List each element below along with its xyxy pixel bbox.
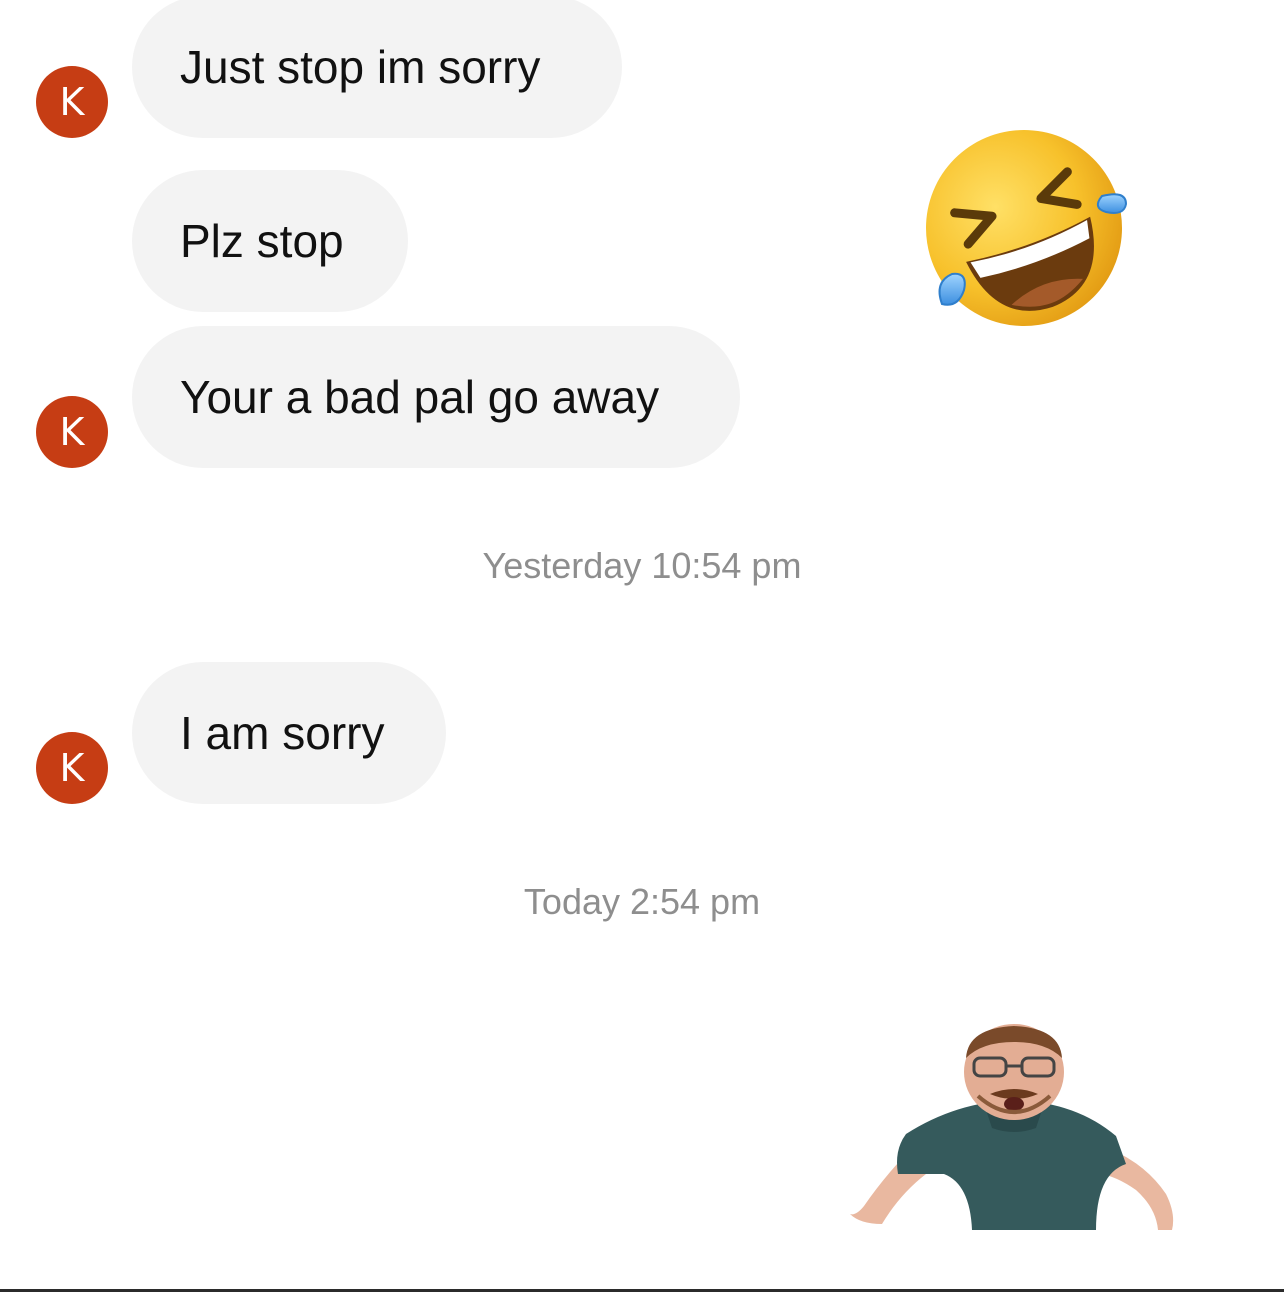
person-sticker[interactable] xyxy=(846,1024,1182,1234)
rolling-on-floor-laughing-icon[interactable] xyxy=(912,124,1132,338)
message-bubble[interactable]: Just stop im sorry xyxy=(132,0,622,138)
message-text: Your a bad pal go away xyxy=(180,371,660,423)
message-bubble[interactable]: Plz stop xyxy=(132,170,408,312)
message-text: I am sorry xyxy=(180,707,385,759)
sender-avatar[interactable]: K xyxy=(36,66,108,138)
timestamp: Today 2:54 pm xyxy=(523,881,761,922)
sender-avatar[interactable]: K xyxy=(36,732,108,804)
avatar-initial: K xyxy=(59,410,85,454)
avatar-initial: K xyxy=(59,80,85,124)
message-bubble[interactable]: Your a bad pal go away xyxy=(132,326,740,468)
message-text: Plz stop xyxy=(180,215,344,267)
avatar-initial: K xyxy=(59,746,85,790)
sender-avatar[interactable]: K xyxy=(36,396,108,468)
message-thread: Just stop im sorry K Plz stop Your a bad… xyxy=(0,0,1284,1292)
message-bubble[interactable]: I am sorry xyxy=(132,662,446,804)
message-text: Just stop im sorry xyxy=(180,41,541,93)
timestamp: Yesterday 10:54 pm xyxy=(482,545,802,586)
